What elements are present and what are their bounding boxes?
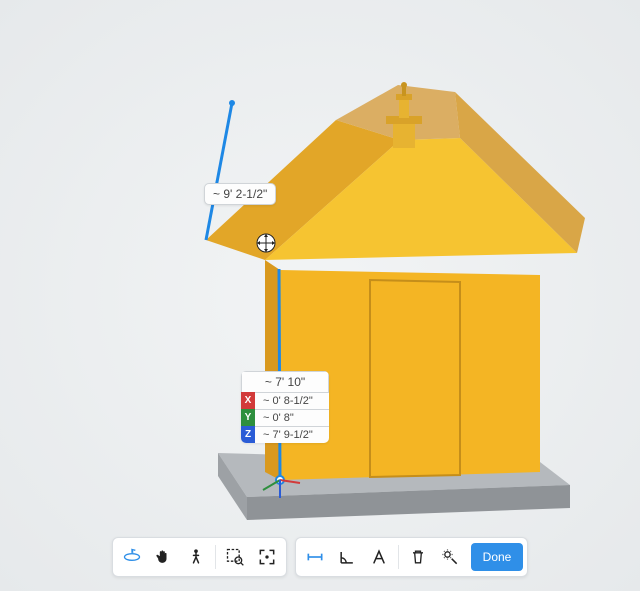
measure-angle-button[interactable] bbox=[332, 542, 362, 572]
axis-x-badge: X bbox=[241, 392, 255, 409]
viewport-3d[interactable]: ~ 9' 2-1/2" ~ 7' 10" X ~ 0' 8-1/2" Y ~ 0… bbox=[0, 0, 640, 591]
delta-x-value: ~ 0' 8-1/2" bbox=[255, 392, 329, 409]
measure-label-wall: ~ 7' 10" bbox=[241, 371, 329, 392]
angle-icon bbox=[337, 547, 357, 567]
measure-toolbar: Done bbox=[295, 537, 529, 577]
move-cursor-icon bbox=[257, 234, 275, 252]
pan-button[interactable] bbox=[149, 542, 179, 572]
walk-button[interactable] bbox=[181, 542, 211, 572]
orbit-icon bbox=[122, 547, 142, 567]
zoom-region-button[interactable] bbox=[220, 542, 250, 572]
person-icon bbox=[186, 547, 206, 567]
zoom-fit-button[interactable] bbox=[252, 542, 282, 572]
zoom-fit-icon bbox=[257, 547, 277, 567]
axis-y-badge: Y bbox=[241, 409, 255, 426]
model-svg bbox=[0, 0, 640, 591]
orbit-button[interactable] bbox=[117, 542, 147, 572]
measure-label-roof[interactable]: ~ 9' 2-1/2" bbox=[204, 183, 276, 205]
measure-settings-button[interactable] bbox=[435, 542, 465, 572]
ruler-icon bbox=[305, 547, 325, 567]
annotate-button[interactable] bbox=[364, 542, 394, 572]
toolbar-separator bbox=[398, 545, 399, 569]
bottom-toolbar-area: Done bbox=[0, 537, 640, 577]
trash-icon bbox=[408, 547, 428, 567]
measure-panel-wall[interactable]: ~ 7' 10" X ~ 0' 8-1/2" Y ~ 0' 8" Z ~ 7' … bbox=[241, 371, 329, 443]
measure-line-roof bbox=[206, 103, 232, 240]
done-button[interactable]: Done bbox=[471, 543, 524, 571]
toolbar-separator bbox=[215, 545, 216, 569]
gear-wrench-icon bbox=[440, 547, 460, 567]
delta-x-row: X ~ 0' 8-1/2" bbox=[241, 392, 329, 409]
delete-button[interactable] bbox=[403, 542, 433, 572]
measure-endpoint-top bbox=[229, 100, 235, 106]
delta-y-value: ~ 0' 8" bbox=[255, 409, 329, 426]
text-a-icon bbox=[369, 547, 389, 567]
hand-icon bbox=[154, 547, 174, 567]
delta-z-row: Z ~ 7' 9-1/2" bbox=[241, 426, 329, 443]
delta-y-row: Y ~ 0' 8" bbox=[241, 409, 329, 426]
zoom-region-icon bbox=[225, 547, 245, 567]
axis-z-badge: Z bbox=[241, 426, 255, 443]
nav-toolbar bbox=[112, 537, 287, 577]
delta-z-value: ~ 7' 9-1/2" bbox=[255, 426, 329, 443]
measure-distance-button[interactable] bbox=[300, 542, 330, 572]
